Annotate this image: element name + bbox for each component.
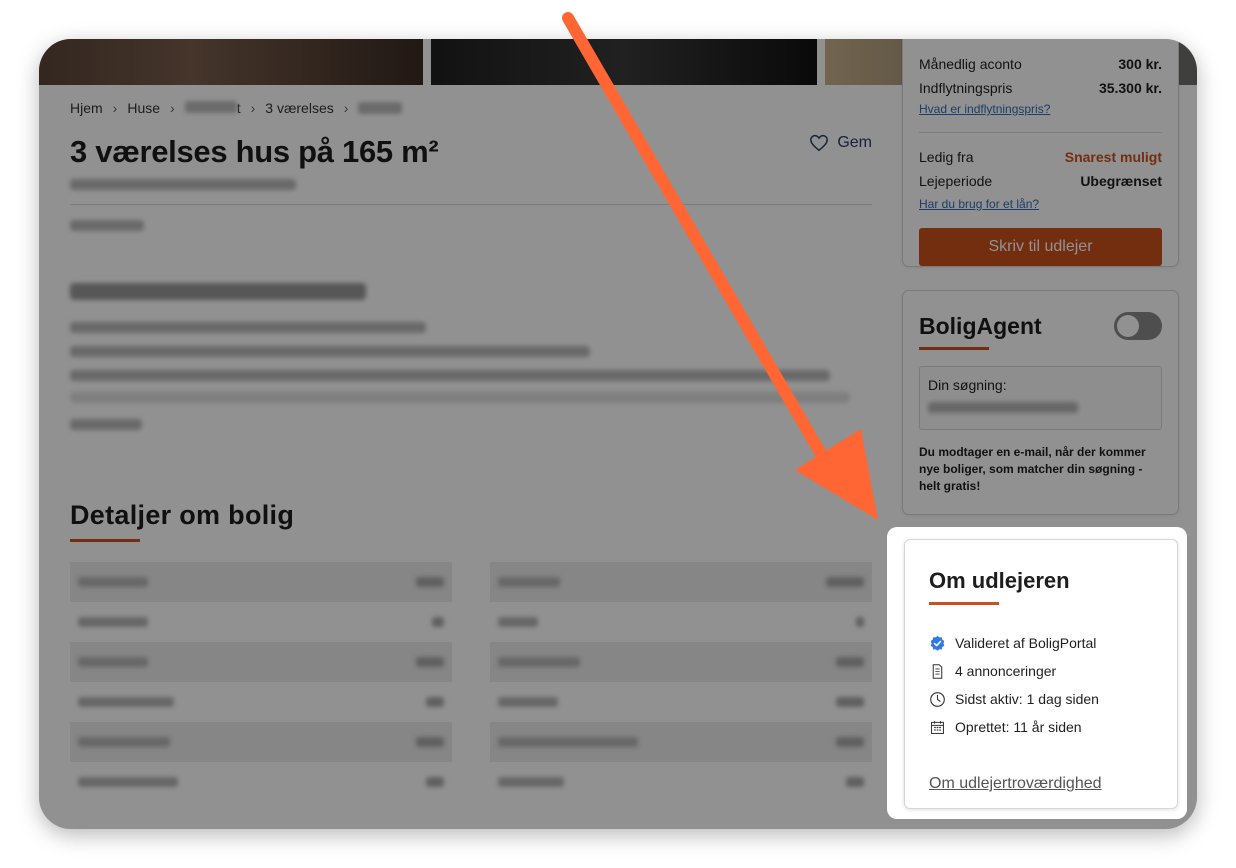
created-text: Oprettet: 11 år siden: [955, 719, 1082, 735]
list-item: Sidst aktiv: 1 dag siden: [929, 685, 1153, 713]
landlord-trust-link[interactable]: Om udlejertroværdighed: [929, 775, 1102, 793]
landlord-card: Om udlejeren Valideret af BoligPortal 4 …: [904, 539, 1178, 809]
landlord-facts: Valideret af BoligPortal 4 annonceringer…: [929, 629, 1153, 741]
list-item: Oprettet: 11 år siden: [929, 713, 1153, 741]
landlord-title: Om udlejeren: [929, 568, 1070, 593]
document-icon: [932, 663, 943, 679]
last-active-text: Sidst aktiv: 1 dag siden: [955, 691, 1099, 707]
list-item: Valideret af BoligPortal: [929, 629, 1153, 657]
calendar-icon: [931, 720, 944, 734]
clock-icon: [930, 691, 945, 707]
verified-badge-icon: [930, 635, 945, 651]
list-item: 4 annonceringer: [929, 657, 1153, 685]
heading-underline: [929, 602, 999, 605]
validated-text: Valideret af BoligPortal: [955, 635, 1097, 651]
listing-count-text: 4 annonceringer: [955, 663, 1057, 679]
browser-frame: Hjem › Huse › t › 3 værelses › 3 værelse…: [39, 39, 1197, 829]
listing-page: Hjem › Huse › t › 3 værelses › 3 værelse…: [39, 39, 1197, 829]
